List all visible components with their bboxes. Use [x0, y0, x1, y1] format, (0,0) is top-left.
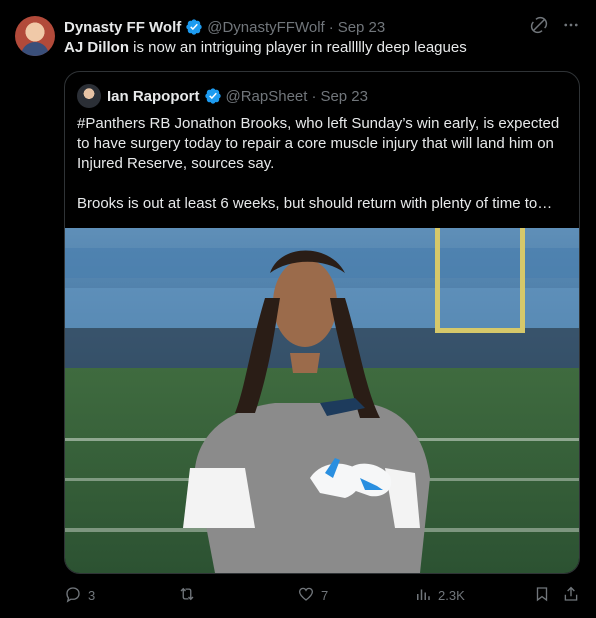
tweet-header: Dynasty FF Wolf @DynastyFFWolf · Sep 23	[64, 16, 584, 38]
views-count: 2.3K	[438, 588, 465, 603]
quoted-author-handle: @RapSheet	[225, 87, 308, 105]
quoted-header: Ian Rapoport @RapSheet · Sep 23	[77, 84, 368, 108]
dot-separator: ·	[328, 18, 334, 36]
author-name[interactable]: Dynasty FF Wolf	[64, 19, 181, 36]
quoted-tweet[interactable]: Ian Rapoport @RapSheet · Sep 23 #Panther…	[64, 71, 580, 574]
views-button[interactable]: 2.3K	[414, 585, 465, 606]
reply-icon	[64, 585, 82, 606]
repost-button[interactable]	[178, 585, 202, 606]
like-count: 7	[321, 588, 329, 603]
quoted-author-name: Ian Rapoport	[107, 87, 200, 105]
tweet-text-body: is now an intriguing player in reallllly…	[129, 39, 467, 56]
more-icon[interactable]	[562, 16, 580, 38]
share-icon	[562, 585, 580, 606]
dot-separator: ·	[311, 87, 317, 105]
bookmark-icon	[533, 585, 551, 606]
bookmark-button[interactable]	[533, 585, 551, 606]
author-handle[interactable]: @DynastyFFWolf	[207, 19, 324, 36]
header-actions	[530, 16, 580, 38]
tweet[interactable]: Dynasty FF Wolf @DynastyFFWolf · Sep 23 …	[0, 0, 596, 618]
post-date[interactable]: Sep 23	[338, 19, 386, 36]
tweet-text: AJ Dillon is now an intriguing player in…	[64, 38, 580, 58]
verified-badge-icon	[204, 87, 222, 105]
quoted-author-avatar	[77, 84, 101, 108]
tweet-actions: 3 7 2.3K	[64, 585, 584, 607]
quoted-paragraph: #Panthers RB Jonathon Brooks, who left S…	[77, 115, 560, 172]
repost-icon	[178, 585, 196, 606]
quoted-photo[interactable]	[65, 228, 579, 573]
quoted-date: Sep 23	[320, 87, 368, 105]
like-icon	[297, 585, 315, 606]
like-button[interactable]: 7	[297, 585, 328, 606]
mention-link[interactable]: AJ Dillon	[64, 39, 129, 56]
grok-icon[interactable]	[530, 16, 548, 38]
views-icon	[414, 585, 432, 606]
reply-button[interactable]: 3	[64, 585, 95, 606]
avatar-figure	[21, 42, 49, 56]
verified-badge-icon	[185, 18, 203, 36]
quoted-paragraph: Brooks is out at least 6 weeks, but shou…	[77, 195, 553, 212]
author-avatar[interactable]	[15, 16, 55, 56]
quoted-text: #Panthers RB Jonathon Brooks, who left S…	[77, 114, 567, 214]
reply-count: 3	[88, 588, 96, 603]
share-button[interactable]	[562, 585, 580, 606]
